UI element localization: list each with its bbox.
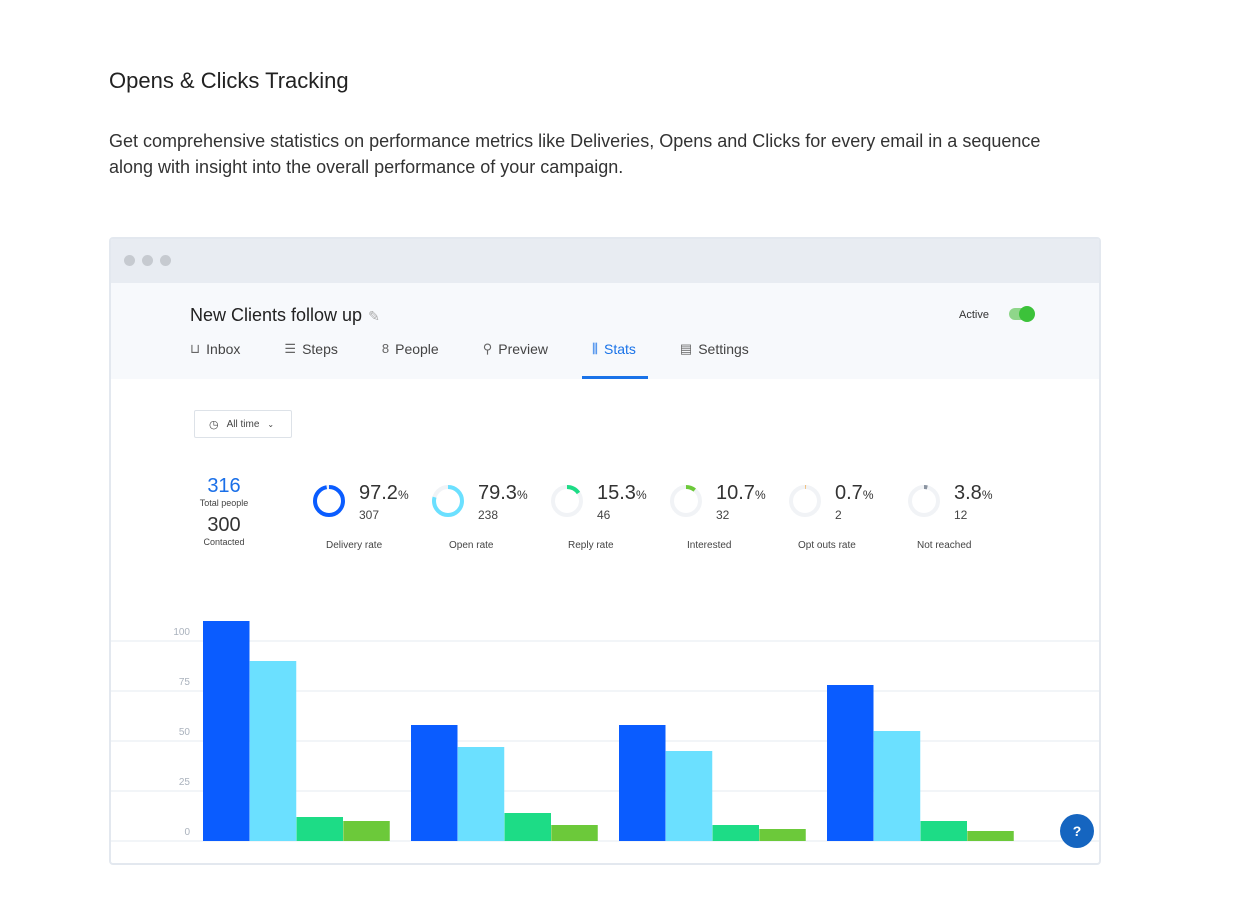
bar: [504, 813, 551, 841]
window-dot: [142, 255, 153, 266]
tab-label: Stats: [604, 341, 636, 357]
metric-percent: 0.7%: [835, 482, 874, 504]
y-tick-label: 50: [179, 727, 191, 738]
donut-ring: [789, 485, 821, 517]
bar: [249, 661, 297, 841]
window-dot: [124, 255, 135, 266]
people-icon: 8: [381, 341, 390, 356]
metric-count: 12: [954, 508, 968, 522]
bar: [457, 747, 505, 841]
bar: [411, 725, 458, 841]
total-people-value: 316: [207, 475, 241, 497]
tab-label: Inbox: [206, 341, 241, 357]
metric-label: Reply rate: [568, 540, 614, 551]
tab-label: Preview: [498, 341, 549, 357]
bar-chart: 0 25 50 75 100: [111, 621, 1099, 842]
campaign-title-text: New Clients follow up: [190, 305, 363, 325]
bar: [296, 817, 343, 841]
page-description: Get comprehensive statistics on performa…: [109, 131, 1041, 177]
bar: [619, 725, 666, 841]
list-icon: ☰: [284, 341, 297, 356]
metric-count: 46: [597, 508, 611, 522]
app-window: New Clients follow up ✎ Active ⊔ Inbox ☰ Ste…: [109, 237, 1101, 865]
donut-fill: [313, 485, 345, 517]
bar: [873, 731, 921, 841]
donut-ring: [313, 485, 345, 517]
time-filter-dropdown[interactable]: ◷ All time ⌄: [194, 410, 292, 438]
metric-percent: 79.3%: [478, 482, 528, 504]
inbox-icon: ⊔: [190, 341, 201, 356]
y-tick-label: 0: [184, 827, 190, 838]
tab-bar: ⊔ Inbox ☰ Steps 8 People ⚲ Preview ⫼ Stats ▤ Settin…: [190, 341, 793, 379]
y-tick-label: 25: [179, 777, 191, 788]
settings-icon: ▤: [679, 341, 693, 356]
total-people-label: Total people: [199, 498, 249, 508]
metric-percent: 15.3%: [597, 482, 647, 504]
contacted-value: 300: [207, 514, 241, 536]
tab-stats[interactable]: ⫼ Stats: [582, 341, 648, 379]
tab-label: People: [395, 341, 439, 357]
pencil-icon[interactable]: ✎: [368, 308, 380, 324]
totals: 316 Total people 300 Contacted: [191, 475, 257, 547]
tab-preview[interactable]: ⚲ Preview: [483, 341, 558, 379]
metric-label: Not reached: [917, 540, 972, 551]
bar: [827, 685, 874, 841]
time-filter-value: All time: [226, 418, 260, 430]
status-label: Active: [959, 309, 989, 321]
search-icon: ⚲: [482, 341, 493, 356]
tab-inbox[interactable]: ⊔ Inbox: [190, 341, 250, 379]
contacted-label: Contacted: [203, 537, 245, 547]
metric-label: Opt outs rate: [798, 540, 856, 551]
tab-label: Steps: [302, 341, 338, 357]
bar: [967, 831, 1014, 841]
metric-count: 238: [478, 508, 499, 522]
chart-icon: ⫼: [592, 341, 599, 356]
bar: [920, 821, 967, 841]
bar: [712, 825, 759, 841]
y-tick-label: 100: [173, 627, 190, 638]
tab-steps[interactable]: ☰ Steps: [284, 341, 347, 379]
metric-count: 307: [359, 508, 380, 522]
bar: [343, 821, 390, 841]
donut-ring: [670, 485, 702, 517]
chevron-down-icon: ⌄: [267, 419, 275, 429]
metric-count: 2: [835, 508, 842, 522]
tab-label: Settings: [698, 341, 749, 357]
campaign-header: New Clients follow up ✎ Active ⊔ Inbox ☰ Ste…: [111, 283, 1099, 379]
tab-people[interactable]: 8 People: [382, 341, 449, 379]
donut-ring: [432, 485, 464, 517]
bar: [665, 751, 713, 841]
metric-count: 32: [716, 508, 730, 522]
window-titlebar: [111, 239, 1099, 283]
active-toggle[interactable]: [1009, 306, 1035, 322]
bar: [203, 621, 250, 841]
chat-help-button[interactable]: ?: [1060, 814, 1094, 848]
page-title: Opens & Clicks Tracking: [109, 68, 349, 93]
bar: [759, 829, 806, 841]
clock-icon: ◷: [209, 418, 219, 431]
window-dot: [160, 255, 171, 266]
metric-percent: 10.7%: [716, 482, 766, 504]
metric-label: Delivery rate: [326, 540, 383, 551]
donut-ring: [551, 485, 583, 517]
y-tick-label: 75: [179, 677, 191, 688]
metric-label: Interested: [687, 540, 732, 551]
metric-percent: 97.2%: [359, 482, 409, 504]
bar: [551, 825, 598, 841]
metric-percent: 3.8%: [954, 482, 993, 504]
metric-label: Open rate: [449, 540, 494, 551]
campaign-title: New Clients follow up ✎: [190, 305, 380, 326]
donut-ring: [908, 485, 940, 517]
tab-settings[interactable]: ▤ Settings: [680, 341, 759, 379]
